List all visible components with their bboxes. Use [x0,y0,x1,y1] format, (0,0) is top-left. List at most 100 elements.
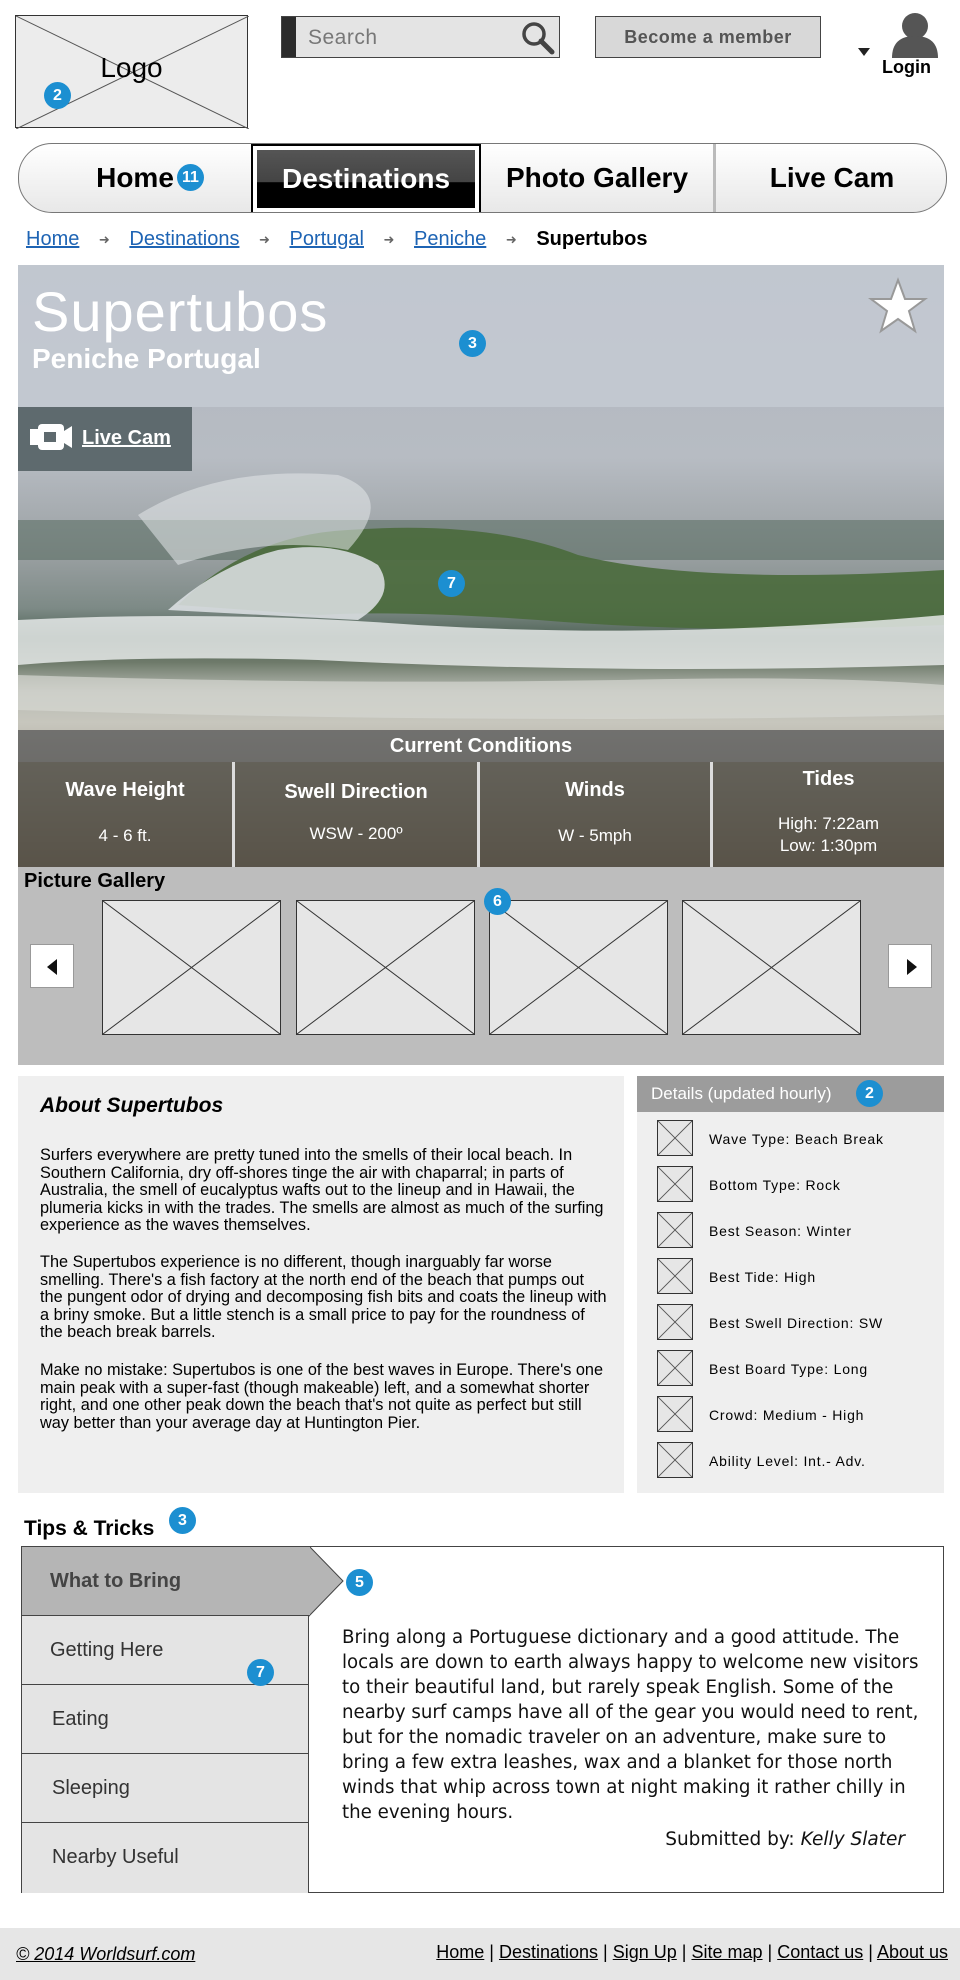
tab-nearby-useful[interactable]: Nearby Useful [22,1823,309,1893]
condition-value: WSW - 200º [309,824,403,843]
gallery-thumbnail[interactable] [296,900,475,1035]
breadcrumb-current: Supertubos [536,228,648,251]
details-item: Crowd: Medium - High [657,1396,942,1434]
about-section: About Supertubos Surfers everywhere are … [18,1076,624,1493]
annotation-badge: 7 [438,570,465,597]
tab-eating[interactable]: Eating [22,1685,309,1754]
placeholder-x-icon [658,1259,692,1293]
condition-wave-height: Wave Height 4 - 6 ft. [18,762,232,867]
details-item-label: Best Board Type: Long [709,1361,868,1377]
placeholder-x-icon [658,1167,692,1201]
video-camera-icon [30,424,72,450]
user-icon [892,13,938,58]
breadcrumb-portugal[interactable]: Portugal [289,228,364,250]
become-member-button[interactable]: Become a member [595,16,821,58]
placeholder-x-icon [658,1121,692,1155]
placeholder-x-icon [658,1443,692,1477]
login-label: Login [882,57,931,77]
annotation-badge: 5 [346,1569,373,1596]
footer-copyright[interactable]: © 2014 Worldsurf.com [16,1944,195,1965]
details-item: Wave Type: Beach Break [657,1120,942,1158]
footer-link-home[interactable]: Home [436,1942,484,1962]
dropdown-arrow-icon[interactable] [858,48,870,58]
page-title: Supertubos [32,280,329,343]
detail-icon [657,1442,693,1478]
favorite-star-icon[interactable] [868,277,928,335]
details-item: Best Season: Winter [657,1212,942,1250]
nav-destinations-label: Destinations [257,150,475,208]
submitted-label: Submitted by: [665,1829,795,1850]
details-item-label: Bottom Type: Rock [709,1177,841,1193]
condition-winds: Winds W - 5mph [480,762,710,867]
detail-icon [657,1350,693,1386]
details-item: Best Swell Direction: SW [657,1304,942,1342]
footer-link-destinations[interactable]: Destinations [499,1942,598,1962]
gallery-thumbnail[interactable] [682,900,861,1035]
about-paragraph: The Supertubos experience is no differen… [40,1253,607,1341]
annotation-badge: 3 [459,330,486,357]
condition-value: High: 7:22am [777,814,880,833]
annotation-badge: 2 [856,1080,883,1107]
footer-link-contact-us[interactable]: Contact us [777,1942,863,1962]
search-input[interactable]: Search [281,16,560,58]
footer-link-sign-up[interactable]: Sign Up [613,1942,677,1962]
arrow-right-icon: ➜ [98,231,110,247]
arrow-right-icon: ➜ [505,231,517,247]
nav-destinations[interactable]: Destinations [251,144,481,212]
arrow-right-icon [907,959,917,975]
nav-home[interactable]: Home [19,144,251,212]
tips-title: Tips & Tricks [24,1517,155,1540]
login-button[interactable]: Login [858,12,958,82]
detail-icon [657,1304,693,1340]
placeholder-x-icon [683,901,860,1034]
search-icon[interactable] [519,19,557,57]
details-item-label: Best Tide: High [709,1269,816,1285]
details-item-label: Crowd: Medium - High [709,1407,865,1423]
breadcrumb-destinations[interactable]: Destinations [129,228,239,250]
tab-what-to-bring[interactable]: What to Bring [22,1547,309,1616]
logo-placeholder[interactable]: Logo 2 [15,15,249,129]
page-subtitle: Peniche Portugal [32,343,261,374]
hero-image: Supertubos Peniche Portugal 3 Live Cam 7… [18,265,944,867]
details-item-label: Ability Level: Int.- Adv. [709,1453,866,1469]
current-conditions-heading: Current Conditions [18,730,944,762]
gallery-thumbnail[interactable] [102,900,281,1035]
annotation-badge: 11 [177,164,204,191]
live-cam-link[interactable]: Live Cam [18,407,192,471]
live-cam-label: Live Cam [82,427,171,449]
detail-icon [657,1212,693,1248]
breadcrumb-home[interactable]: Home [26,228,79,250]
nav-live-cam[interactable]: Live Cam [716,144,946,212]
picture-gallery: Picture Gallery 6 [18,867,944,1065]
condition-label: Wave Height [65,779,185,801]
condition-label: Winds [565,779,625,801]
tip-attribution: Submitted by: Kelly Slater [665,1829,905,1850]
annotation-badge: 2 [44,82,71,109]
arrow-right-icon: ➜ [259,231,270,247]
submitted-name: Kelly Slater [800,1829,905,1850]
about-title: About Supertubos [40,1094,224,1117]
gallery-thumbnail[interactable] [489,900,668,1035]
annotation-badge: 6 [484,888,511,915]
tab-sleeping[interactable]: Sleeping [22,1754,309,1823]
gallery-prev-button[interactable] [30,944,74,988]
detail-icon [657,1166,693,1202]
footer-links: Home | Destinations | Sign Up | Site map… [436,1942,948,1962]
details-panel: Details (updated hourly) 2 Wave Type: Be… [637,1076,944,1493]
details-item: Ability Level: Int.- Adv. [657,1442,942,1480]
placeholder-x-icon [297,901,474,1034]
details-item-label: Best Swell Direction: SW [709,1315,884,1331]
placeholder-x-icon [658,1305,692,1339]
about-paragraph: Make no mistake: Supertubos is one of th… [40,1361,604,1432]
tab-label: What to Bring [50,1570,182,1592]
gallery-next-button[interactable] [888,944,932,988]
footer-link-about-us[interactable]: About us [877,1942,948,1962]
breadcrumb-peniche[interactable]: Peniche [414,228,486,250]
main-nav: Home 11 Destinations Photo Gallery Live … [18,143,947,213]
details-item-label: Best Season: Winter [709,1223,852,1239]
nav-photo-gallery[interactable]: Photo Gallery [481,144,713,212]
logo-text: Logo [100,52,163,83]
condition-label: Swell Direction [284,781,428,803]
arrow-left-icon [47,959,57,975]
footer-link-site-map[interactable]: Site map [691,1942,762,1962]
